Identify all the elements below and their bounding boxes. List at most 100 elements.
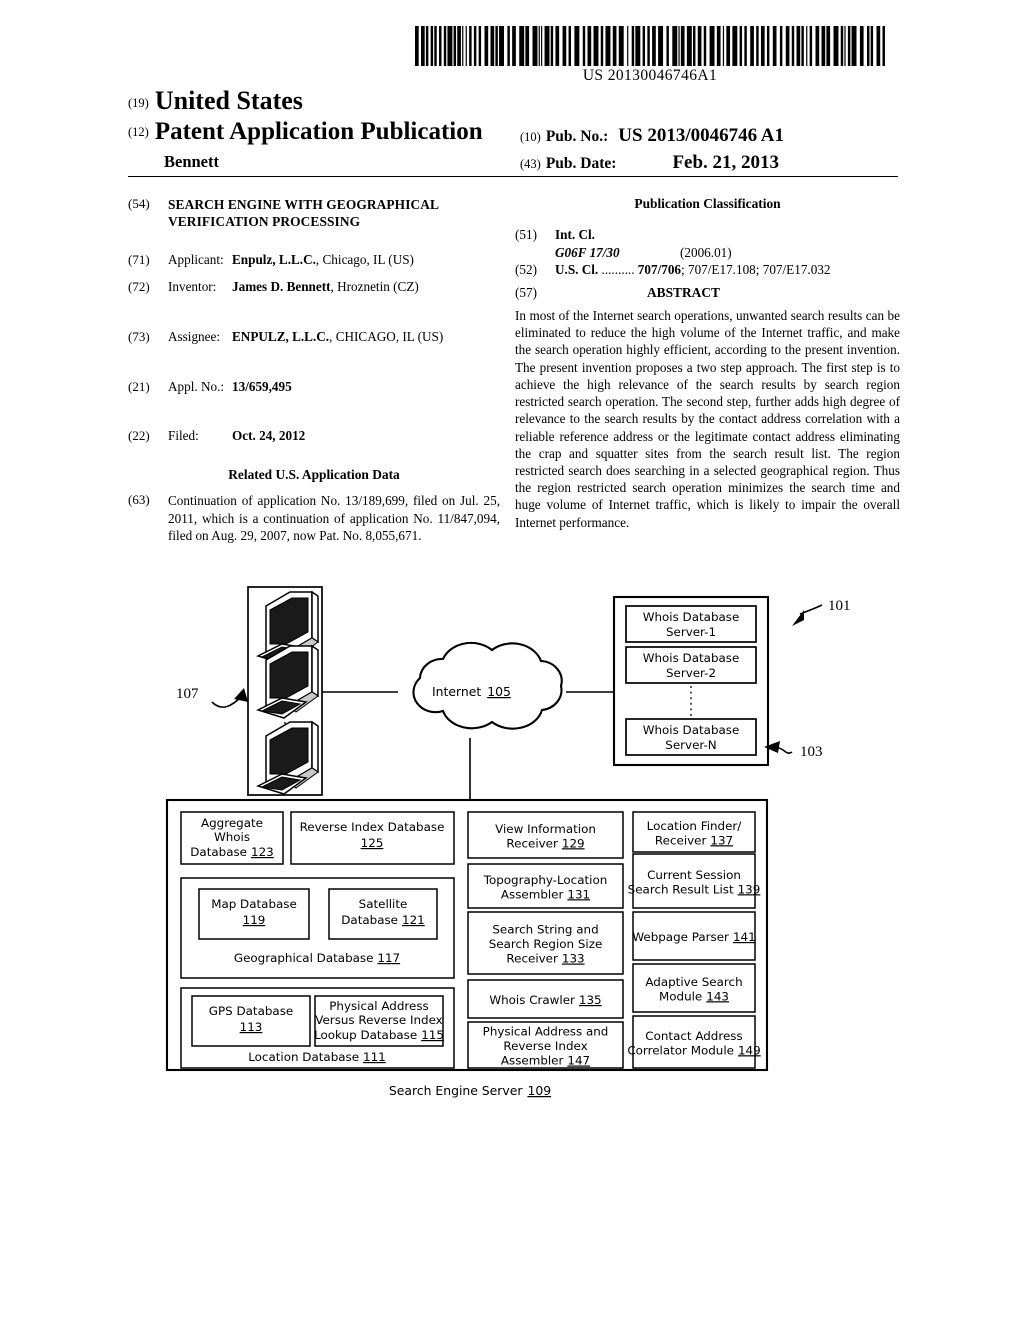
right-module-149-line2: Correlator Module 149 — [627, 1043, 760, 1057]
phys-lookup-num: 115 — [421, 1028, 444, 1042]
filed-body: Filed: Oct. 24, 2012 — [168, 428, 500, 445]
right-module-141-line1: Webpage Parser 141 — [632, 930, 755, 944]
bibliographic-left-column: (54) SEARCH ENGINE WITH GEOGRAPHICAL VER… — [128, 196, 500, 556]
continuation-row: (63) Continuation of application No. 13/… — [128, 492, 500, 545]
right-module-139-line2: Search Result List 139 — [628, 882, 761, 896]
geographical-database-num: 117 — [377, 951, 400, 965]
applicant-body: Applicant: Enpulz, L.L.C., Chicago, IL (U… — [168, 252, 500, 269]
inventor-body: Inventor: James D. Bennett, Hroznetin (CZ… — [168, 279, 500, 296]
right-module-137-num: 137 — [710, 833, 733, 847]
us-cl-body: U.S. Cl. .......... 707/706; 707/E17.108… — [555, 261, 900, 279]
location-database-num: 111 — [363, 1050, 386, 1064]
aggregate-whois-l2: Whois — [214, 830, 250, 844]
int-cl-class: G06F 17/30 — [555, 244, 620, 260]
appl-no-value: 13/659,495 — [232, 378, 292, 394]
phys-lookup-l3: Lookup Database 115 — [314, 1028, 444, 1042]
publication-classification-heading: Publication Classification — [634, 196, 781, 211]
inventor-location: , Hroznetin (CZ) — [330, 279, 419, 295]
appl-no-row: (21) Appl. No.: 13/659,495 — [128, 379, 500, 396]
code-63: (63) — [128, 491, 150, 507]
barcode-number: US 20130046746A1 — [582, 67, 718, 84]
filed-row: (22) Filed: Oct. 24, 2012 — [128, 428, 500, 445]
us-cl-label: U.S. Cl. — [555, 262, 599, 278]
location-database-caption: Location Database 111 — [248, 1050, 386, 1064]
middle-module-147-line3: Assembler 147 — [501, 1054, 590, 1068]
whois-server-n-line1: Whois Database — [643, 723, 740, 737]
code-22: (22) — [128, 428, 150, 444]
middle-module-131-num: 131 — [567, 887, 590, 901]
assignee-label: Assignee: — [168, 329, 221, 345]
right-module-149-num: 149 — [738, 1043, 761, 1057]
us-cl-row: (52) U.S. Cl. .......... 707/706; 707/E1… — [515, 261, 900, 279]
int-cl-detail: G06F 17/30 (2006.01) — [555, 244, 900, 262]
applicant-label: Applicant: — [168, 251, 224, 267]
inventor-name: James D. Bennett — [232, 279, 331, 295]
code-21: (21) — [128, 378, 150, 394]
middle-module-133-num: 133 — [562, 952, 585, 966]
code-10: (10) — [520, 130, 541, 144]
code-73: (73) — [128, 329, 150, 345]
middle-module-133-line2: Search Region Size — [489, 937, 603, 951]
right-module-141-num: 141 — [733, 930, 756, 944]
doc-type-line: (12) Patent Application Publication — [128, 118, 483, 146]
applicant-location: , Chicago, IL (US) — [315, 251, 414, 267]
arrowhead-107 — [234, 688, 248, 702]
aggregate-whois-num: 123 — [251, 845, 274, 859]
inventor-surname: Bennett — [164, 152, 219, 171]
abstract-heading-body: ABSTRACT — [555, 284, 900, 302]
pubno-value: US 2013/0046746 A1 — [618, 125, 785, 146]
us-cl-primary: 707/706 — [637, 262, 682, 278]
pubdate-label: Pub. Date: — [545, 155, 617, 172]
assignee-row: (73) Assignee: ENPULZ, L.L.C., CHICAGO, I… — [128, 329, 500, 346]
middle-module-135-line1: Whois Crawler 135 — [489, 993, 601, 1007]
int-cl-row: (51) Int. Cl. G06F 17/30 (2006.01) — [515, 226, 900, 261]
middle-module-135-num: 135 — [579, 993, 602, 1007]
gps-database-l1: GPS Database — [209, 1004, 293, 1018]
code-43: (43) — [520, 157, 541, 171]
title-row: (54) SEARCH ENGINE WITH GEOGRAPHICAL VER… — [128, 196, 500, 231]
right-module-139-line1: Current Session — [647, 868, 741, 882]
aggregate-whois-l3: Database 123 — [190, 845, 273, 859]
code-52: (52) — [515, 262, 537, 278]
appl-no-body: Appl. No.: 13/659,495 — [168, 379, 500, 396]
us-cl-dots: .......... — [601, 262, 635, 278]
middle-module-147-num: 147 — [567, 1054, 590, 1068]
inventor-row: (72) Inventor: James D. Bennett, Hrozneti… — [128, 279, 500, 296]
aggregate-whois-l1: Aggregate — [201, 816, 263, 830]
us-cl-rest: ; 707/E17.108; 707/E17.032 — [681, 262, 831, 278]
whois-server-n-line2: Server-N — [665, 738, 716, 752]
assignee-location: , CHICAGO, IL (US) — [329, 329, 444, 345]
server-right-column: Location Finder/Receiver 137 Current Sessi… — [627, 811, 761, 1069]
leader-103 — [777, 747, 793, 754]
int-cl-label: Int. Cl. — [555, 227, 595, 242]
right-module-137-line1: Location Finder/ — [647, 819, 742, 833]
related-data-heading: Related U.S. Application Data — [228, 466, 400, 482]
middle-module-129-line1: View Information — [495, 822, 596, 836]
reverse-index-num: 125 — [361, 836, 384, 850]
map-database-num: 119 — [243, 913, 266, 927]
ref-numeral-101: 101 — [828, 598, 851, 614]
figure-1-diagram: 107 Internet 105 Whois Database Server-1 … — [0, 560, 1024, 1140]
cloud-number: 105 — [487, 684, 511, 699]
abstract-heading: ABSTRACT — [647, 285, 720, 301]
barcode-image — [415, 26, 885, 66]
middle-module-147-line1: Physical Address and — [483, 1025, 609, 1039]
map-database-l1: Map Database — [211, 897, 297, 911]
phys-lookup-l1: Physical Address — [329, 999, 429, 1013]
ref-numeral-107: 107 — [176, 686, 199, 702]
reverse-index-l1: Reverse Index Database — [300, 820, 445, 834]
right-module-143-num: 143 — [706, 989, 729, 1003]
satellite-database-num: 121 — [402, 913, 425, 927]
pubdate-value: Feb. 21, 2013 — [672, 152, 780, 173]
country-line: (19) United States — [128, 86, 303, 116]
publication-header: (19) United States (12) Patent Application… — [128, 86, 898, 173]
search-engine-server-caption: Search Engine Server 109 — [389, 1083, 551, 1098]
whois-server-2-line2: Server-2 — [666, 666, 716, 680]
classification-right-column: Publication Classification (51) Int. Cl.… — [515, 196, 900, 531]
whois-server-1-line2: Server-1 — [666, 625, 716, 639]
code-57: (57) — [515, 285, 537, 301]
middle-module-131-line2: Assembler 131 — [501, 887, 590, 901]
server-middle-column: View InformationReceiver 129 Topography-Lo… — [467, 811, 624, 1069]
whois-server-1-line1: Whois Database — [643, 610, 740, 624]
pubno-label: Pub. No.: — [545, 128, 609, 145]
